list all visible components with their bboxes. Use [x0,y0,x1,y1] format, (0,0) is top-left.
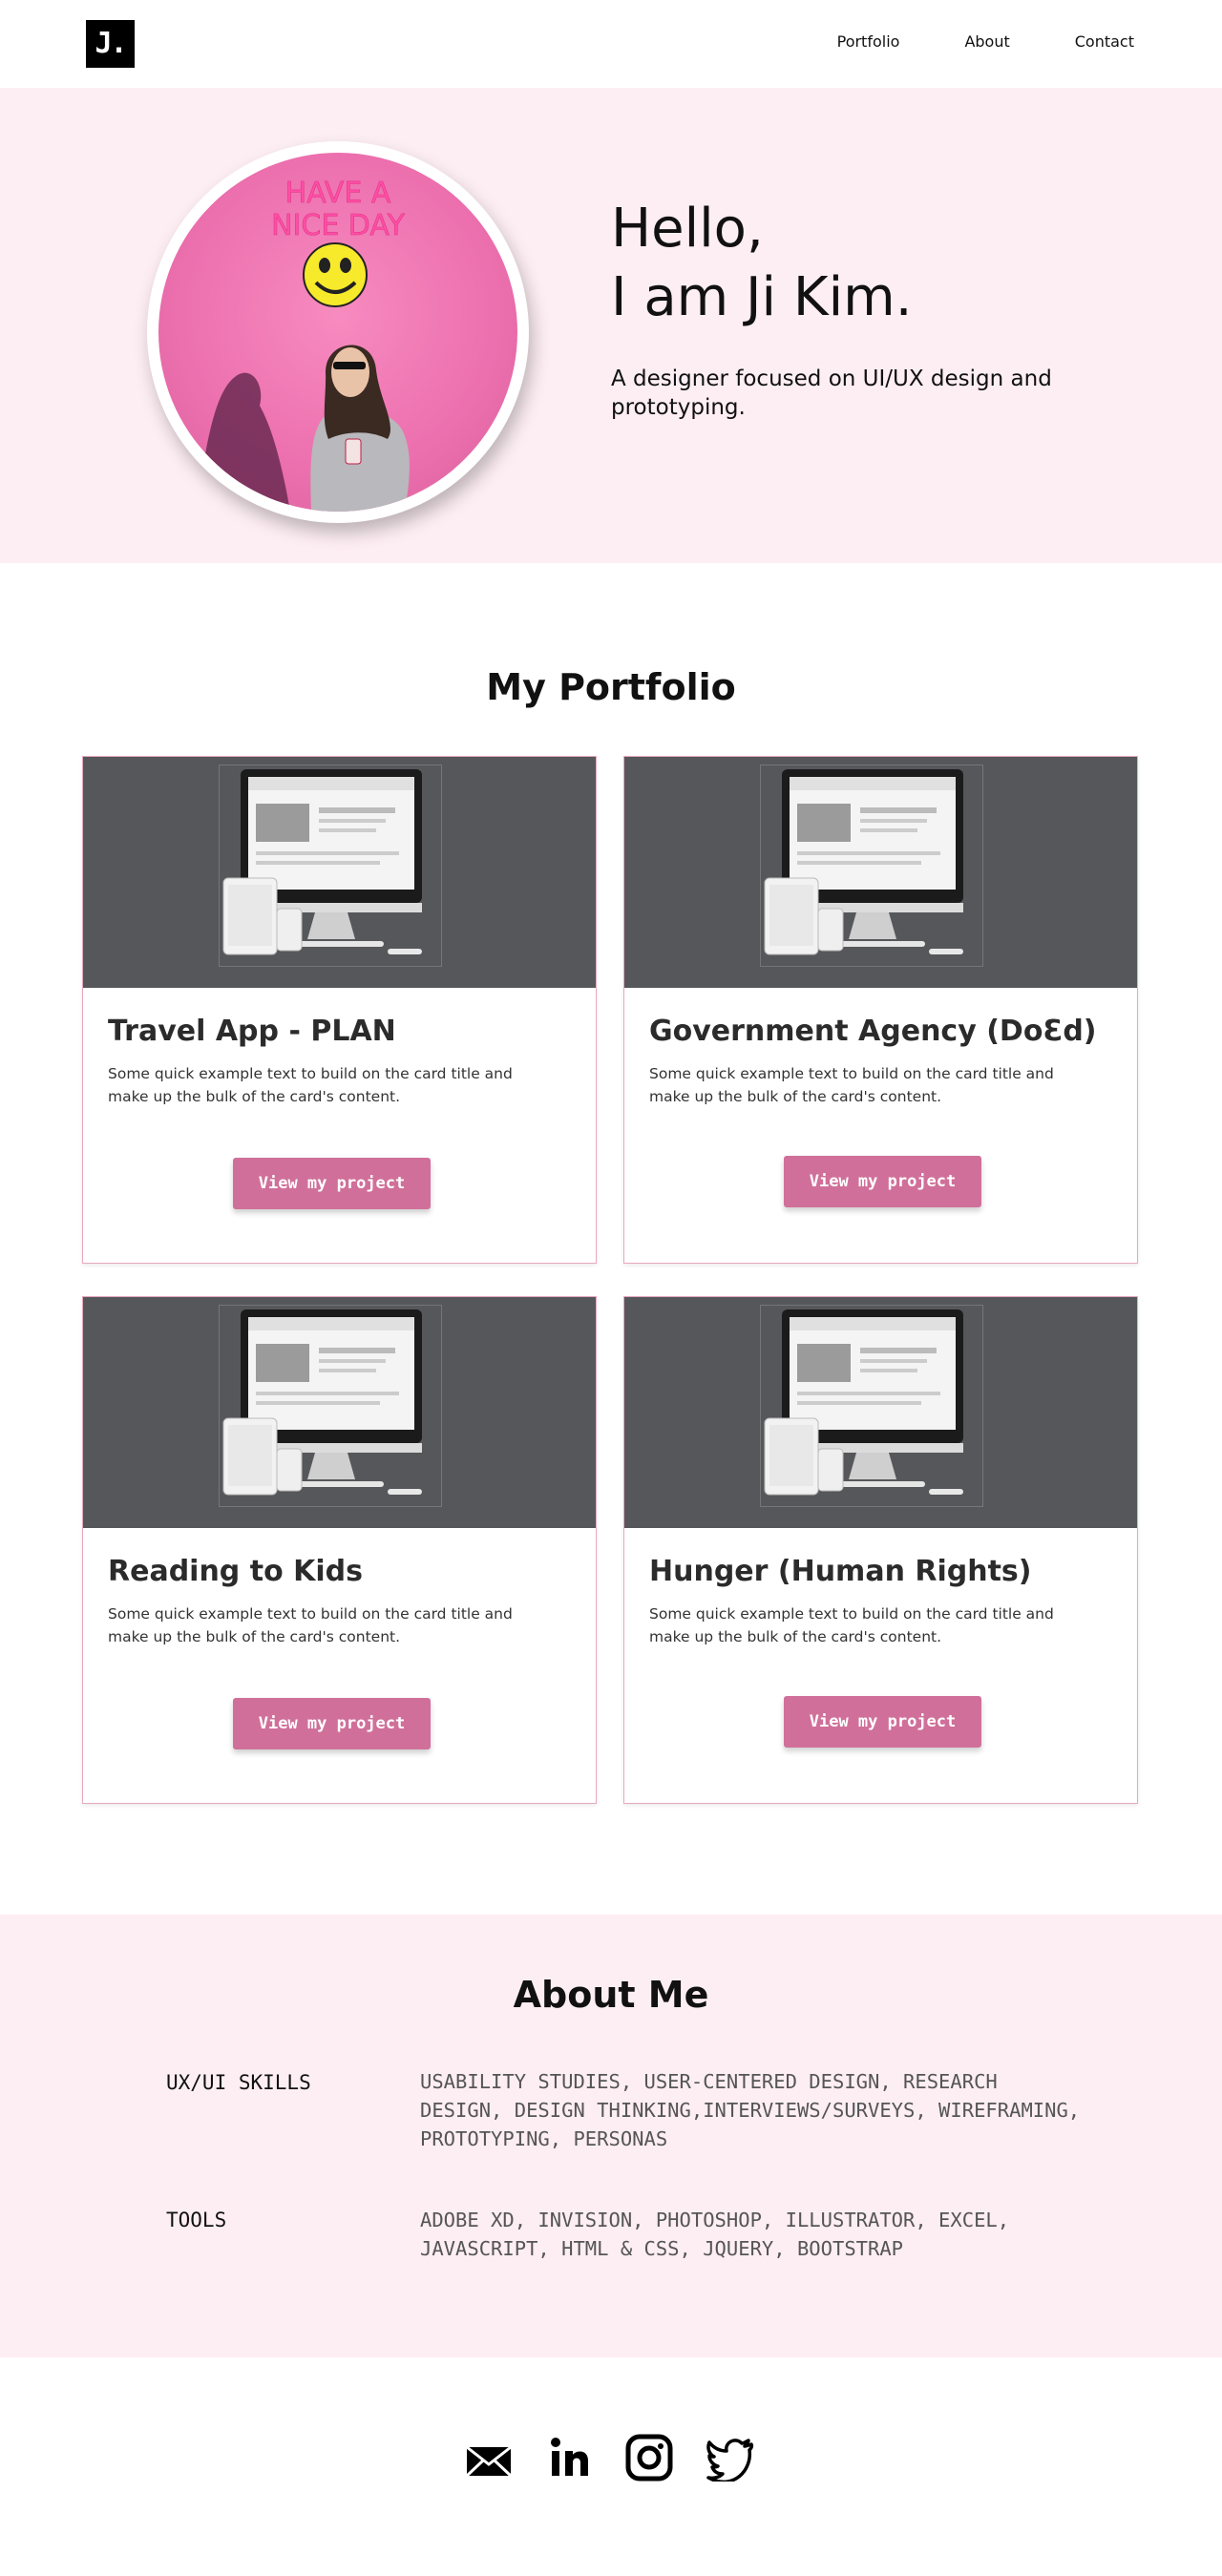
skills-label: UX/UI SKILLS [166,2071,311,2094]
nav-link-contact[interactable]: Contact [1075,32,1134,51]
about-title: About Me [513,1974,709,2016]
photo-wall-text-line2: NICE DAY [271,209,405,242]
hero-title: Hello, I am Ji Kim. [611,195,913,332]
device-mockup-image [760,1305,983,1507]
view-project-button[interactable]: View my project [784,1696,981,1748]
hero-subtitle: A designer focused on UI/UX design and p… [611,367,1052,420]
mail-icon[interactable] [464,2434,514,2482]
top-nav: J. Portfolio About Contact [0,0,1222,88]
portfolio-title: My Portfolio [486,666,736,708]
about-section: About Me UX/UI SKILLS USABILITY STUDIES,… [0,1915,1222,2357]
portfolio-card: Travel App - PLAN Some quick example tex… [82,756,597,1264]
hero-greeting-line1: Hello, [611,198,764,260]
linkedin-icon[interactable] [546,2434,596,2482]
view-project-button[interactable]: View my project [233,1698,431,1749]
portfolio-card: Hunger (Human Rights) Some quick example… [623,1296,1138,1804]
card-text: Some quick example text to build on the … [108,1605,513,1645]
view-project-button[interactable]: View my project [784,1156,981,1207]
hero-greeting-line2: I am Ji Kim. [611,266,913,328]
hero-section: HAVE A NICE DAY Hello, I am Ji Kim. A de… [0,88,1222,563]
card-text: Some quick example text to build on the … [649,1605,1054,1645]
card-image-area [83,1297,596,1528]
card-image-area [83,757,596,988]
card-title: Reading to Kids [108,1555,363,1588]
nav-link-about[interactable]: About [964,32,1009,51]
device-mockup-image [219,764,442,967]
card-title: Hunger (Human Rights) [649,1555,1032,1588]
card-text: Some quick example text to build on the … [108,1065,513,1105]
card-image-area [624,1297,1137,1528]
instagram-icon[interactable] [624,2434,674,2482]
smiley-face-icon [303,242,368,307]
device-mockup-image [219,1305,442,1507]
portfolio-card: Government Agency (DoƐd) Some quick exam… [623,756,1138,1264]
site-logo[interactable]: J. [86,20,135,68]
view-project-button[interactable]: View my project [233,1158,431,1209]
profile-photo-illustration: HAVE A NICE DAY [197,177,410,512]
card-text: Some quick example text to build on the … [649,1065,1054,1105]
footer-social [0,2357,1222,2576]
nav-link-portfolio[interactable]: Portfolio [837,32,900,51]
nav-links: Portfolio About Contact [837,32,1134,51]
skills-value: USABILITY STUDIES, USER-CENTERED DESIGN,… [420,2070,1081,2150]
twitter-icon[interactable] [706,2434,756,2484]
device-mockup-image [760,764,983,967]
person-figure [310,345,410,512]
card-image-area [624,757,1137,988]
profile-photo-frame: HAVE A NICE DAY [147,141,529,523]
tools-value: ADOBE XD, INVISION, PHOTOSHOP, ILLUSTRAT… [420,2209,1010,2260]
card-title: Government Agency (DoƐd) [649,1015,1097,1048]
profile-photo: HAVE A NICE DAY [158,153,517,512]
portfolio-card: Reading to Kids Some quick example text … [82,1296,597,1804]
tools-label: TOOLS [166,2209,227,2231]
photo-wall-text-line1: HAVE A [285,177,391,210]
card-title: Travel App - PLAN [108,1015,396,1048]
